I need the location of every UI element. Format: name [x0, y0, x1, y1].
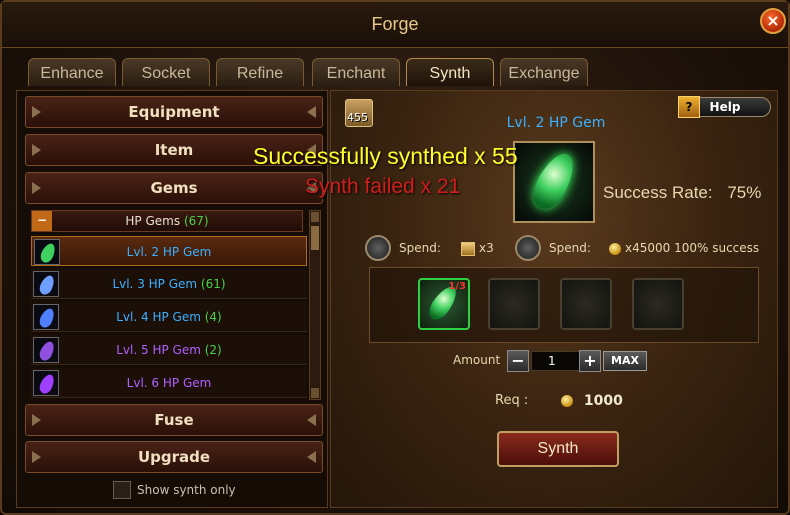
spend-gold: Spend: x45000 100% success: [515, 235, 765, 261]
material-icon: [461, 235, 475, 261]
gem-count: (2): [204, 343, 222, 357]
group-count: (67): [183, 214, 209, 228]
spend-gold-value: x45000 100% success: [625, 241, 760, 255]
category-label: Gems: [150, 179, 198, 197]
coin-icon: [609, 235, 621, 261]
list-item[interactable]: Lvl. 6 HP Gem: [31, 368, 307, 398]
target-gem-slot: [513, 141, 595, 223]
target-gem-name: Lvl. 2 HP Gem: [506, 115, 606, 131]
category-label: Item: [154, 141, 194, 159]
category-label: Equipment: [128, 103, 220, 121]
hp-gems-group[interactable]: − HP Gems (67): [31, 210, 303, 232]
spend-material: Spend: x3: [365, 235, 505, 261]
arrow-icon: [32, 106, 41, 118]
spend-label: Spend:: [549, 241, 591, 255]
help-label: Help: [709, 100, 741, 114]
scroll-down-icon[interactable]: [311, 388, 319, 398]
gem-icon: [33, 337, 59, 363]
close-icon[interactable]: ×: [760, 8, 786, 34]
gem-list-scrollbar[interactable]: [309, 210, 321, 400]
category-upgrade[interactable]: Upgrade: [25, 441, 323, 473]
bag-count: 455: [347, 111, 368, 124]
material-slot[interactable]: 1/3: [418, 278, 470, 330]
scroll-up-icon[interactable]: [311, 212, 319, 222]
arrow-icon: [307, 451, 316, 463]
show-synth-only-label: Show synth only: [137, 483, 236, 497]
help-icon: ?: [678, 96, 700, 118]
material-slot[interactable]: [560, 278, 612, 330]
material-slot[interactable]: [632, 278, 684, 330]
tab-exchange[interactable]: Exchange: [500, 58, 588, 86]
coin-icon: [561, 395, 573, 407]
arrow-icon: [32, 451, 41, 463]
slot-badge: 1/3: [448, 281, 466, 292]
category-equipment[interactable]: Equipment: [25, 96, 323, 128]
success-rate-value: 75%: [727, 183, 762, 202]
forge-window: Forge × Enhance Socket Refine Enchant Sy…: [0, 0, 790, 515]
max-button[interactable]: MAX: [603, 351, 647, 371]
category-label: Upgrade: [137, 448, 211, 466]
arrow-icon: [32, 414, 41, 426]
gem-name: Lvl. 5 HP Gem: [116, 343, 201, 357]
req-value: 1000: [561, 393, 623, 409]
synth-fail-message: Synth failed x 21: [305, 175, 461, 198]
gem-count: (4): [204, 310, 222, 324]
gem-count: (61): [200, 277, 226, 291]
synth-button[interactable]: Synth: [497, 431, 619, 467]
tab-enhance[interactable]: Enhance: [28, 58, 116, 86]
material-slot[interactable]: [488, 278, 540, 330]
gem-icon: [34, 239, 60, 265]
title-bar: Forge ×: [2, 2, 788, 48]
synth-panel: 455 ? Help Lvl. 2 HP Gem Success Rate: 7…: [253, 90, 778, 508]
tab-synth[interactable]: Synth: [406, 58, 494, 86]
gem-name: Lvl. 2 HP Gem: [126, 245, 212, 259]
success-rate: Success Rate: 75%: [603, 183, 761, 203]
arrow-icon: [32, 182, 41, 194]
category-fuse[interactable]: Fuse: [25, 404, 323, 436]
amount-label: Amount: [453, 353, 501, 367]
spend-label: Spend:: [399, 241, 441, 255]
list-item[interactable]: Lvl. 2 HP Gem: [31, 236, 307, 266]
gem-name: Lvl. 4 HP Gem: [116, 310, 201, 324]
spend-material-value: x3: [479, 241, 494, 255]
material-slots: 1/3: [369, 267, 759, 343]
synth-success-message: Successfully synthed x 55: [253, 143, 518, 169]
list-item[interactable]: Lvl. 4 HP Gem (4): [31, 302, 307, 332]
gem-name: Lvl. 6 HP Gem: [126, 376, 212, 390]
tab-refine[interactable]: Refine: [216, 58, 304, 86]
help-button[interactable]: ? Help: [678, 96, 771, 118]
category-gems[interactable]: Gems: [25, 172, 323, 204]
arrow-icon: [307, 414, 316, 426]
success-rate-label: Success Rate:: [603, 183, 713, 202]
req-amount: 1000: [583, 393, 623, 409]
show-synth-only-checkbox[interactable]: [113, 481, 131, 499]
group-label: HP Gems: [125, 214, 181, 228]
tab-socket[interactable]: Socket: [122, 58, 210, 86]
window-title: Forge: [371, 14, 419, 34]
gem-icon: [33, 271, 59, 297]
list-item[interactable]: Lvl. 5 HP Gem (2): [31, 335, 307, 365]
spend-knob-icon[interactable]: [515, 235, 541, 261]
increase-amount-button[interactable]: +: [579, 350, 601, 372]
arrow-icon: [307, 106, 316, 118]
arrow-icon: [32, 144, 41, 156]
collapse-icon[interactable]: −: [32, 211, 52, 231]
category-label: Fuse: [154, 411, 194, 429]
scroll-thumb[interactable]: [311, 226, 319, 250]
spend-knob-icon[interactable]: [365, 235, 391, 261]
gem-name: Lvl. 3 HP Gem: [112, 277, 198, 291]
tab-enchant[interactable]: Enchant: [312, 58, 400, 86]
list-item[interactable]: Lvl. 3 HP Gem (61): [31, 269, 307, 299]
gem-icon: [33, 304, 59, 330]
gem-icon: [526, 147, 582, 215]
decrease-amount-button[interactable]: −: [507, 350, 529, 372]
gem-icon: [33, 370, 59, 396]
req-label: Req :: [495, 393, 529, 408]
